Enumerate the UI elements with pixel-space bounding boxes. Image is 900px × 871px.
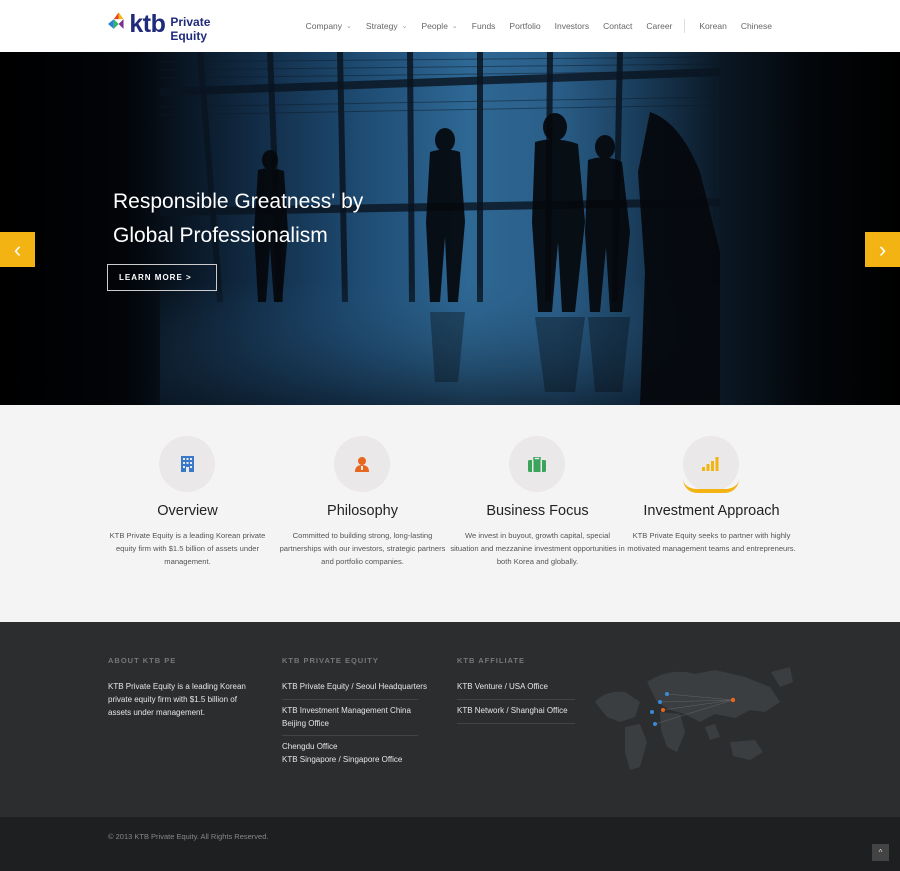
footer-link[interactable]: Chengdu Office [282, 740, 337, 753]
chevron-right-icon: › [878, 236, 887, 262]
nav-item-strategy[interactable]: Strategy ⌄ [366, 21, 408, 31]
feature-title: Business Focus [486, 503, 589, 519]
nav-item-investors[interactable]: Investors [555, 21, 590, 31]
features-section: Overview KTB Private Equity is a leading… [0, 405, 900, 622]
learn-more-button[interactable]: LEARN MORE > [107, 264, 217, 291]
building-icon [180, 456, 194, 472]
main-nav: Company ⌄ Strategy ⌄ People ⌄ Funds Portfol… [292, 0, 772, 52]
footer-divider [282, 699, 418, 700]
nav-divider [684, 19, 686, 33]
copyright: © 2013 KTB Private Equity. All Rights Re… [108, 832, 269, 841]
slider-prev-button[interactable]: ‹ [0, 232, 35, 267]
nav-item-people[interactable]: People ⌄ [421, 21, 457, 31]
active-feature-indicator [683, 479, 739, 493]
feature-icon-circle [159, 436, 215, 492]
nav-label: Funds [471, 21, 496, 31]
nav-lang-chinese[interactable]: Chinese [741, 21, 772, 31]
slider-next-button[interactable]: › [865, 232, 900, 267]
footer-link[interactable]: KTB Network / Shanghai Office [457, 704, 568, 717]
nav-label: Strategy [365, 21, 398, 31]
nav-item-company[interactable]: Company ⌄ [306, 21, 352, 31]
nav-label: Contact [603, 21, 633, 31]
nav-item-contact[interactable]: Contact [603, 21, 632, 31]
feature-icon-circle [334, 436, 390, 492]
feature-title: Investment Approach [643, 503, 780, 519]
feature-text: KTB Private Equity seeks to partner with… [627, 531, 796, 553]
footer-link[interactable]: KTB Private Equity / Seoul Headquarters [282, 680, 427, 693]
footer-link[interactable]: KTB Investment Management China Beijing … [282, 704, 427, 730]
nav-lang-korean[interactable]: Korean [699, 21, 726, 31]
back-to-top-button[interactable]: ^ [872, 844, 889, 861]
logo[interactable]: ktb Private Equity [108, 6, 248, 43]
feature-title: Philosophy [327, 503, 398, 519]
nav-item-career[interactable]: Career [646, 21, 672, 31]
site-footer: ABOUT KTB PE KTB Private Equity is a lea… [0, 622, 900, 817]
feature-title: Overview [157, 503, 218, 519]
chevron-up-icon: ^ [878, 848, 883, 857]
nav-label: Korean [699, 21, 727, 31]
bar-chart-icon [702, 457, 719, 471]
hero-title: Responsible Greatness' by Global Profess… [113, 185, 363, 253]
nav-label: Company [305, 21, 343, 31]
chevron-left-icon: ‹ [13, 236, 22, 262]
feature-icon-circle [509, 436, 565, 492]
nav-item-portfolio[interactable]: Portfolio [509, 21, 540, 31]
hero-title-line: Responsible Greatness' by [113, 190, 364, 213]
nav-label: People [421, 21, 448, 31]
chevron-down-icon: ⌄ [401, 23, 408, 30]
nav-label: Career [646, 21, 673, 31]
footer-divider [457, 699, 575, 700]
nav-item-funds[interactable]: Funds [472, 21, 496, 31]
hero-slider: Responsible Greatness' by Global Profess… [0, 52, 900, 405]
footer-heading-affiliate: KTB AFFILIATE [457, 656, 525, 665]
footer-link[interactable]: KTB Singapore / Singapore Office [282, 753, 402, 766]
logo-subtitle: Private Equity [170, 15, 211, 43]
footer-divider [282, 735, 418, 736]
footer-heading-pe: KTB PRIVATE EQUITY [282, 656, 379, 665]
feature-text: KTB Private Equity is a leading Korean p… [109, 531, 266, 566]
logo-text: ktb [129, 9, 166, 38]
nav-label: Investors [554, 21, 590, 31]
footer-about-text: KTB Private Equity is a leading Korean p… [108, 682, 246, 717]
world-map-icon [595, 667, 793, 770]
footer-link[interactable]: KTB Venture / USA Office [457, 680, 548, 693]
briefcase-icon [528, 456, 546, 472]
footer-heading-about: ABOUT KTB PE [108, 656, 177, 665]
hero-title-line: Global Professionalism [113, 224, 328, 247]
person-icon [355, 457, 369, 472]
logo-mark-icon [108, 12, 124, 29]
footer-divider [457, 723, 575, 724]
footer-bottom-bar: © 2013 KTB Private Equity. All Rights Re… [0, 817, 900, 871]
chevron-down-icon: ⌄ [346, 23, 352, 30]
nav-label: Chinese [740, 21, 772, 31]
feature-text: Committed to building strong, long-lasti… [279, 531, 446, 566]
site-header: ktb Private Equity Company ⌄ Strategy ⌄ Pe… [0, 0, 900, 52]
feature-text: We invest in buyout, growth capital, spe… [450, 531, 625, 566]
chevron-down-icon: ⌄ [451, 23, 458, 30]
nav-label: Portfolio [509, 21, 541, 31]
